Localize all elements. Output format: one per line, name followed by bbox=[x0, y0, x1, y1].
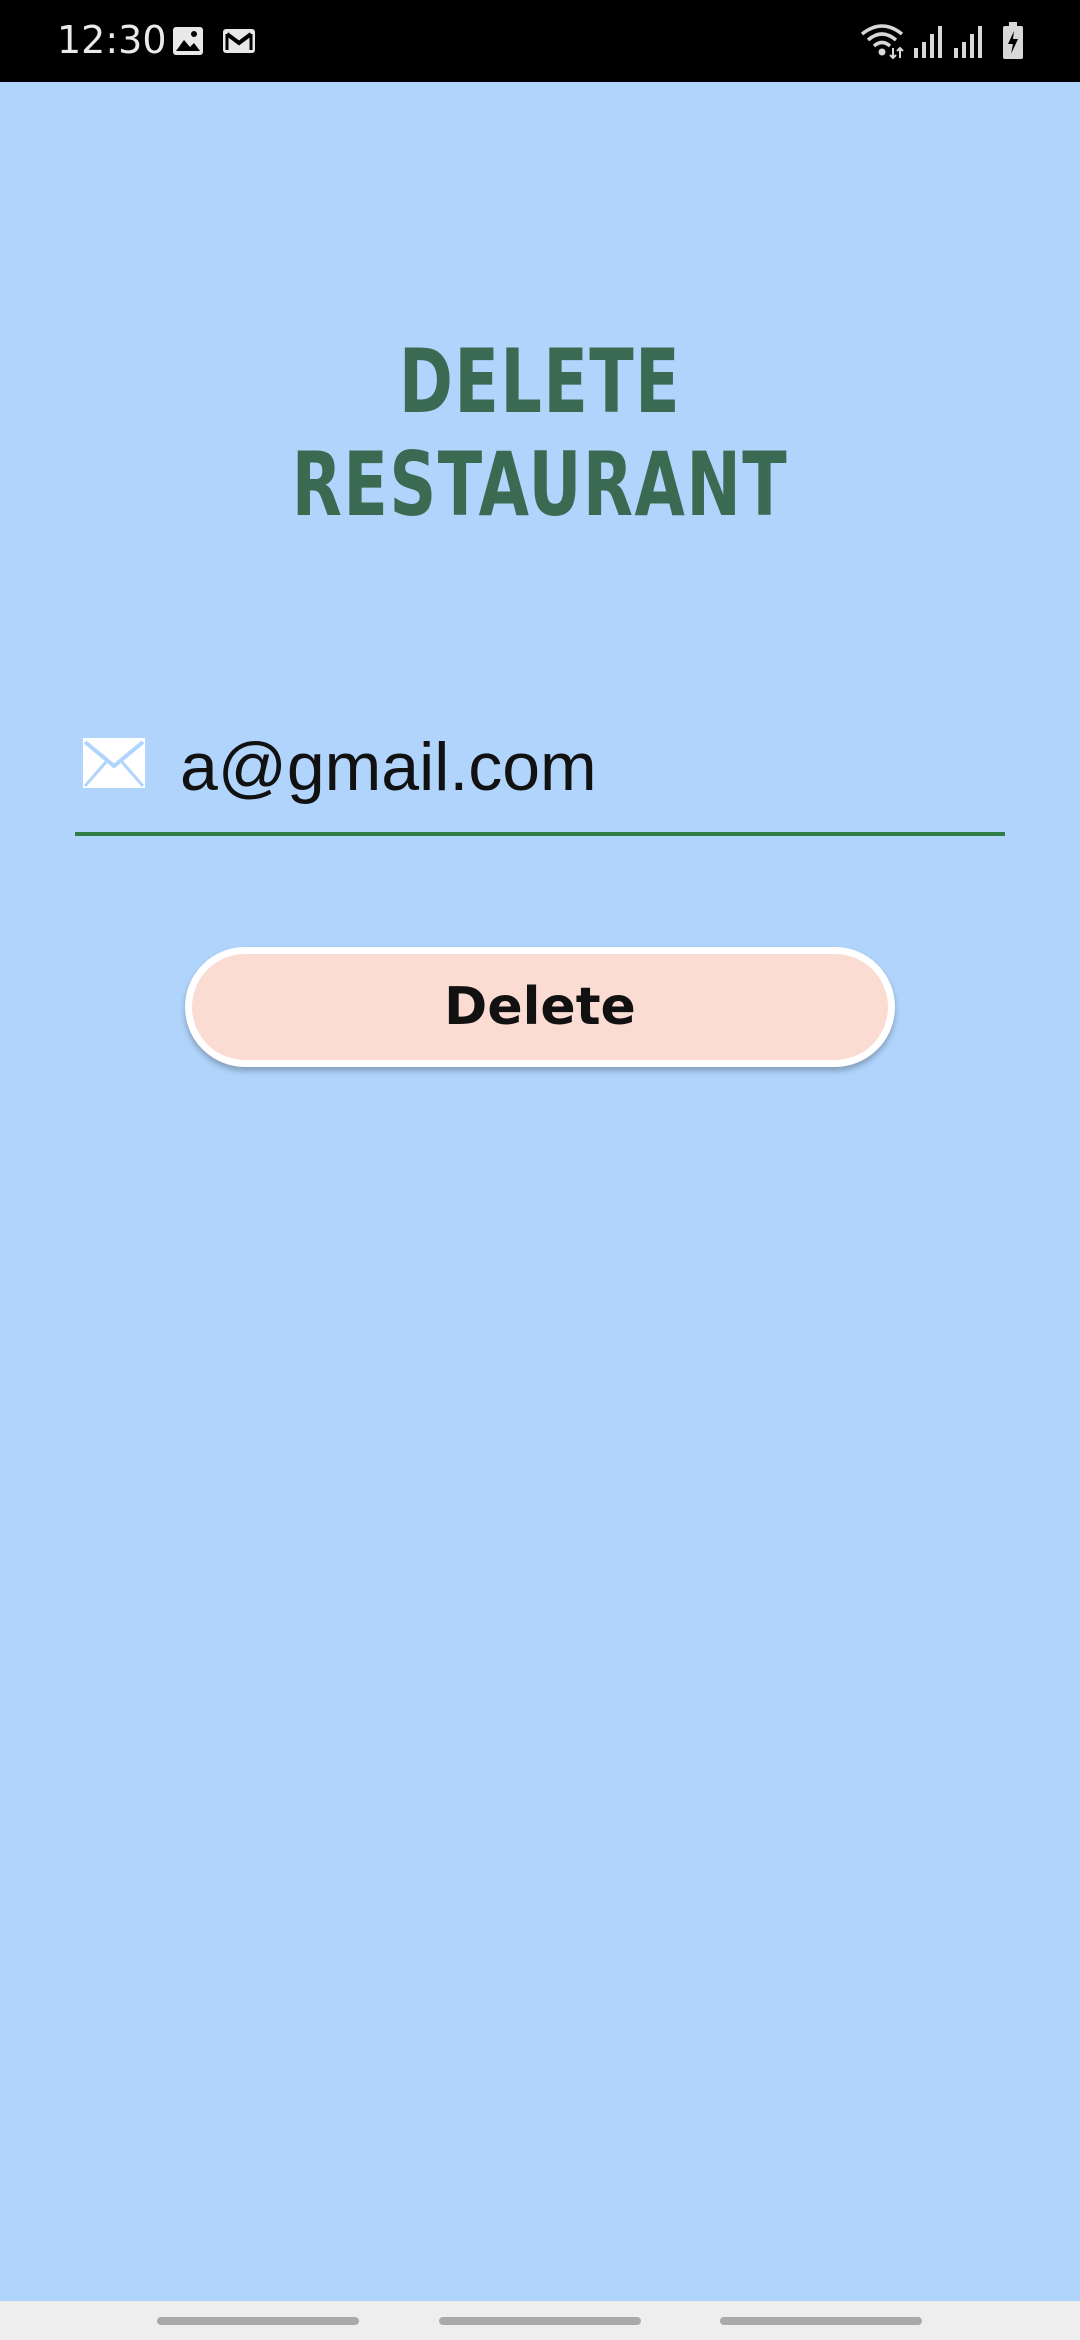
status-time: 12:30 bbox=[57, 18, 167, 62]
signal-icon-2 bbox=[954, 26, 982, 58]
status-bar: 12:30 bbox=[0, 0, 1080, 82]
nav-gesture-left[interactable] bbox=[157, 2317, 359, 2325]
wifi-icon bbox=[860, 24, 904, 60]
signal-icon bbox=[914, 26, 942, 58]
email-field[interactable] bbox=[75, 710, 1005, 836]
nav-gesture-center[interactable] bbox=[439, 2317, 641, 2325]
email-underline bbox=[75, 832, 1005, 836]
navigation-bar bbox=[0, 2301, 1080, 2340]
image-icon bbox=[173, 27, 203, 55]
email-input[interactable] bbox=[180, 710, 980, 824]
delete-button[interactable]: Delete bbox=[185, 947, 895, 1067]
gmail-icon bbox=[223, 29, 255, 53]
page-title: DELETE RESTAURANT bbox=[291, 330, 789, 536]
battery-charging-icon bbox=[1003, 22, 1023, 59]
mail-icon bbox=[83, 738, 145, 788]
nav-gesture-right[interactable] bbox=[720, 2317, 922, 2325]
